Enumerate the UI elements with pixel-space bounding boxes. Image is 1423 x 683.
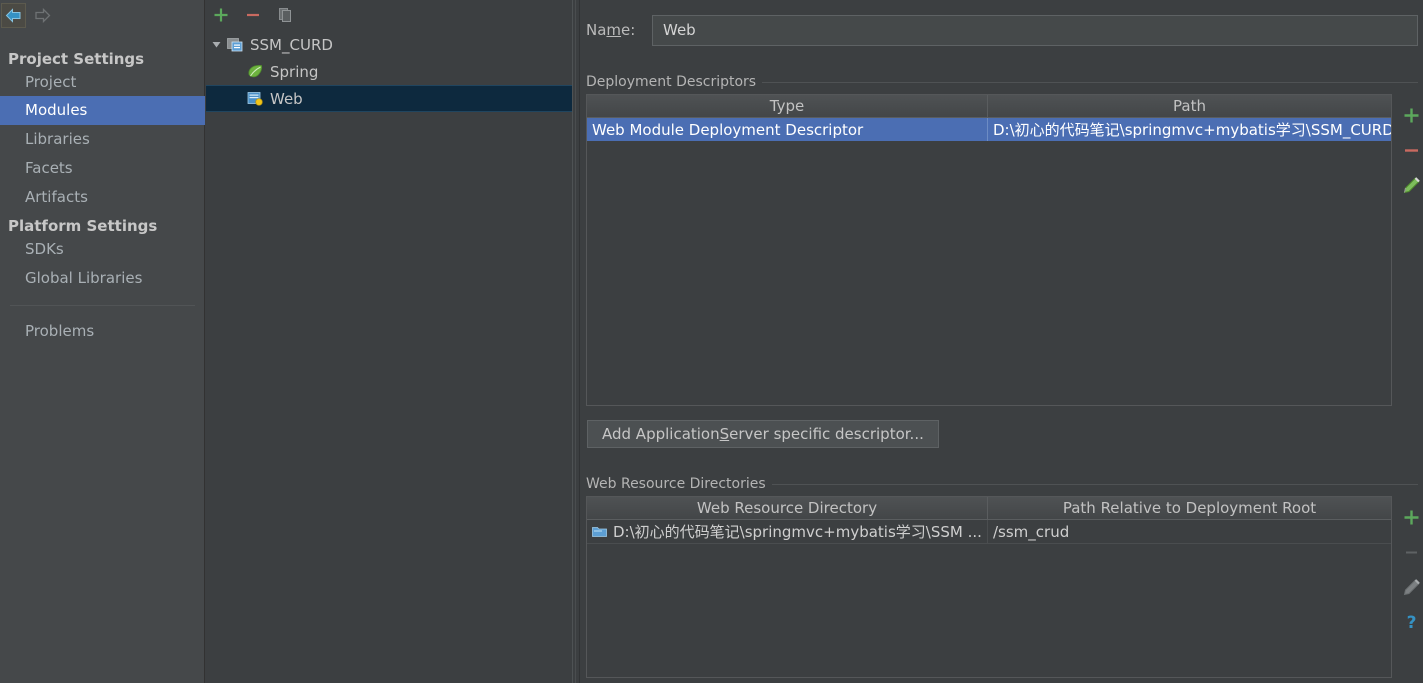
edit-descriptor-button[interactable] [1393,168,1423,203]
remove-icon [247,13,259,17]
module-name-row: Name: [586,14,1418,46]
cell-type: Web Module Deployment Descriptor [592,120,864,139]
tree-node-spring[interactable]: Spring [206,58,572,85]
cell-path-relative: /ssm_crud [987,520,1391,543]
cell-text: D:\初心的代码笔记\springmvc+mybatis学习\SSM ... [613,523,982,541]
column-header-path-relative[interactable]: Path Relative to Deployment Root [987,497,1391,519]
sidebar-item-artifacts[interactable]: Artifacts [0,183,205,212]
mnemonic-char: S [719,425,730,443]
arrow-right-icon [35,8,51,23]
table-header: Web Resource Directory Path Relative to … [587,497,1391,520]
remove-icon [1405,551,1417,554]
web-module-icon [246,91,264,107]
modules-tree: SSM_CURD Spring Web [206,31,572,112]
sidebar-item-project[interactable]: Project [0,68,205,97]
sidebar-item-problems[interactable]: Problems [0,317,205,346]
module-name-input[interactable] [652,14,1418,46]
edit-resource-directory-button [1393,570,1423,605]
module-name-label: Name: [586,21,636,39]
edit-pencil-icon [1403,579,1420,596]
remove-icon [1404,149,1418,152]
copy-icon [279,8,291,22]
add-app-server-descriptor-button[interactable]: Add Application Server specific descript… [587,420,939,448]
copy-module-button[interactable] [274,4,296,26]
column-header-type[interactable]: Type [587,95,987,117]
add-descriptor-button[interactable] [1393,98,1423,133]
deployment-descriptors-toolbar [1393,98,1423,203]
cell-web-resource-directory: D:\初心的代码笔记\springmvc+mybatis学习\SSM ... [587,520,987,543]
settings-sidebar: Project Settings Platform Settings Proje… [0,0,205,683]
tree-node-label: Web [270,89,303,108]
add-icon [214,8,228,22]
modules-tree-panel: SSM_CURD Spring Web [206,0,572,683]
navigation-arrows [0,0,205,33]
web-resource-directories-toolbar: ? [1393,500,1423,640]
sidebar-item-libraries[interactable]: Libraries [0,125,205,154]
modules-tree-toolbar [206,0,572,30]
tree-node-label: Spring [270,62,319,81]
mnemonic-char: m [606,21,622,39]
web-resource-directories-title: Web Resource Directories [586,475,1418,493]
panel-splitter[interactable] [572,0,580,683]
section-rule [762,81,1418,83]
cell-path: D:\初心的代码笔记\springmvc+mybatis学习\SSM_CURD [987,118,1391,141]
tree-node-web[interactable]: Web [206,85,572,112]
arrow-left-icon [5,8,21,23]
add-resource-directory-button[interactable] [1393,500,1423,535]
section-rule [771,483,1418,485]
folder-icon [592,525,608,539]
module-icon [226,37,244,53]
column-header-web-resource-directory[interactable]: Web Resource Directory [587,497,987,519]
table-row[interactable]: Web Module Deployment Descriptor D:\初心的代… [587,118,1391,141]
svg-text:?: ? [1406,613,1416,632]
table-row[interactable]: D:\初心的代码笔记\springmvc+mybatis学习\SSM ... /… [587,520,1391,544]
help-button[interactable]: ? [1393,605,1423,640]
project-structure-dialog: Project Settings Platform Settings Proje… [0,0,1423,683]
tree-node-ssm-curd[interactable]: SSM_CURD [206,31,572,58]
sidebar-item-global-libraries[interactable]: Global Libraries [0,264,205,293]
expand-twisty-icon[interactable] [206,39,226,50]
tree-node-label: SSM_CURD [250,35,333,54]
remove-resource-directory-button [1393,535,1423,570]
sidebar-item-sdks[interactable]: SDKs [0,235,205,264]
forward-button [30,3,55,28]
table-header: Type Path [587,95,1391,118]
help-icon: ? [1406,613,1416,632]
spring-leaf-icon [246,64,264,80]
deployment-descriptors-title: Deployment Descriptors [586,73,1418,91]
module-settings-content: Name: Deployment Descriptors Type Path W… [581,0,1423,683]
column-header-path[interactable]: Path [987,95,1391,117]
add-icon [1404,510,1418,525]
add-icon [1404,108,1418,123]
remove-module-button[interactable] [242,4,264,26]
add-module-button[interactable] [210,4,232,26]
deployment-descriptors-table[interactable]: Type Path Web Module Deployment Descript… [586,94,1392,406]
sidebar-divider [10,305,195,306]
back-button[interactable] [1,3,26,28]
sidebar-item-facets[interactable]: Facets [0,154,205,183]
edit-pencil-icon [1403,177,1420,194]
sidebar-item-modules[interactable]: Modules [0,96,205,125]
web-resource-directories-table[interactable]: Web Resource Directory Path Relative to … [586,496,1392,678]
remove-descriptor-button[interactable] [1393,133,1423,168]
